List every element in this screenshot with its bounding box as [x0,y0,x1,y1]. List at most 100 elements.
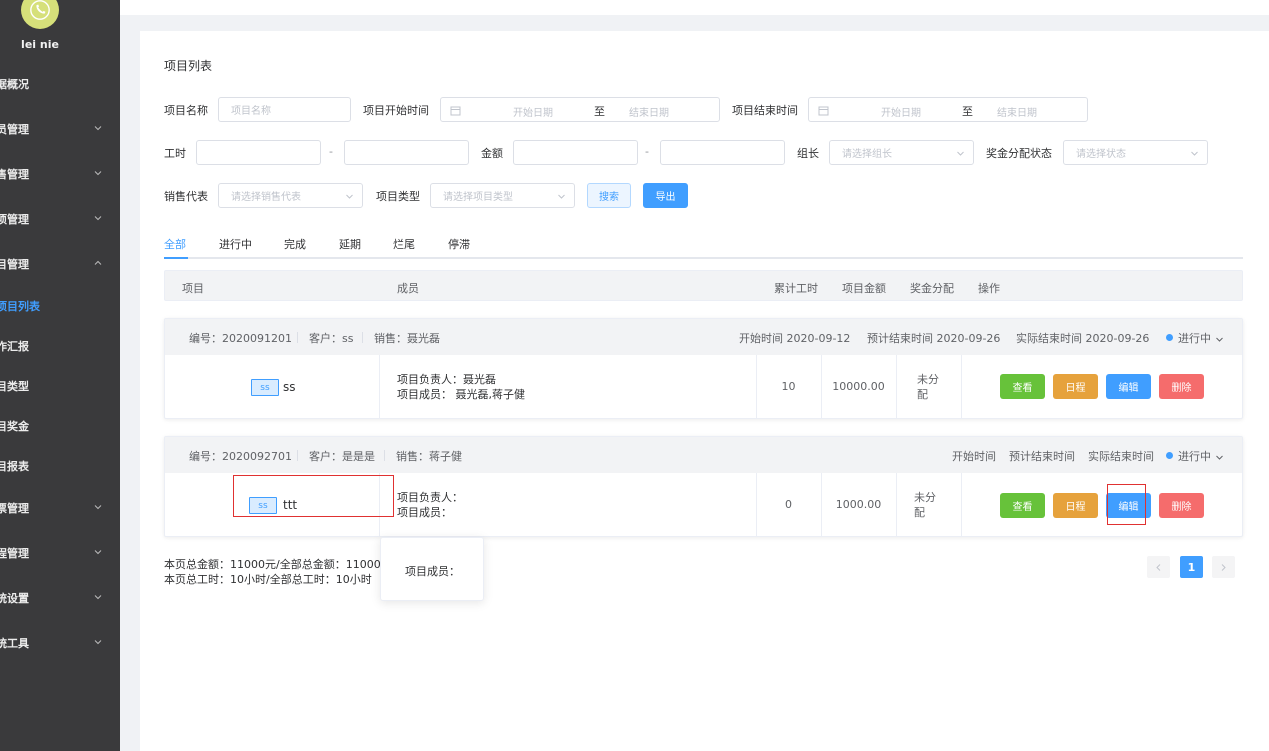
hours-max-input[interactable] [344,140,469,165]
project-card: 编号：2020091201 客户：ss 销售：聂光磊 开始时间 2020-09-… [164,318,1243,419]
sidebar-item-work-report[interactable]: 作汇报 [0,336,120,356]
sidebar-item-settings[interactable]: 统设置 [0,588,120,608]
sidebar-item-data-overview[interactable]: 据概况 [0,74,120,94]
chevron-down-icon[interactable] [1215,451,1224,460]
chevron-down-icon [1190,149,1199,158]
project-amount: 10000.00 [832,380,885,393]
sales-select[interactable]: 请选择销售代表 [218,183,363,208]
start-date-placeholder: 开始日期 [881,108,921,119]
project-code: 编号：2020091201 [189,332,292,345]
hours-label: 工时 [164,147,186,160]
status-dot [1166,334,1173,341]
page-number-current[interactable]: 1 [1180,556,1203,578]
sidebar-item-payment[interactable]: 项管理 [0,209,120,229]
project-name-label: 项目名称 [164,104,208,117]
sidebar-item-invoice[interactable]: 票管理 [0,498,120,518]
chevron-down-icon [93,592,103,602]
end-date-placeholder: 结束日期 [629,108,669,119]
sidebar-item-label: 统设置 [0,592,29,605]
top-bar [120,0,1269,15]
sidebar-item-label: 据概况 [0,78,29,91]
bonus-status-select[interactable]: 请选择状态 [1063,140,1208,165]
sidebar-item-project-report[interactable]: 目报表 [0,456,120,476]
view-button[interactable]: 查看 [1000,374,1045,399]
sidebar-item-project-bonus[interactable]: 目奖金 [0,416,120,436]
start-date-range-picker[interactable]: 开始日期 至 结束日期 [440,97,720,122]
divider [961,355,962,419]
divider [896,473,897,537]
divider [379,355,380,419]
prev-page-button[interactable] [1147,556,1170,578]
end-time-label: 项目结束时间 [732,104,798,117]
planned-end-time: 预计结束时间 2020-09-26 [867,332,1001,345]
next-page-button[interactable] [1212,556,1235,578]
bonus-status: 未分 [917,373,939,386]
sidebar-item-tools[interactable]: 统工具 [0,633,120,653]
schedule-button[interactable]: 日程 [1053,493,1098,518]
project-name-input[interactable]: 项目名称 [218,97,351,122]
chevron-down-icon [93,637,103,647]
status-dropdown[interactable]: 进行中 [1178,448,1211,464]
project-hours: 10 [781,380,796,393]
date-separator: 至 [962,105,973,118]
project-card-header: 编号：2020091201 客户：ss 销售：聂光磊 开始时间 2020-09-… [165,319,1242,355]
search-button[interactable]: 搜索 [587,183,631,208]
status-dropdown[interactable]: 进行中 [1178,330,1211,346]
tab-abandoned[interactable]: 烂尾 [393,236,415,252]
tabs-divider [164,257,1243,259]
sidebar-item-label: 作汇报 [0,340,29,353]
chevron-down-icon[interactable] [1215,333,1224,342]
tab-all[interactable]: 全部 [164,236,186,252]
edit-button[interactable]: 编辑 [1106,374,1151,399]
sidebar-item-staff[interactable]: 员管理 [0,119,120,139]
tab-complete[interactable]: 完成 [284,236,306,252]
delete-button[interactable]: 删除 [1159,493,1204,518]
placeholder: 请选择组长 [842,149,892,160]
amount-min-input[interactable] [513,140,638,165]
end-date-range-picker[interactable]: 开始日期 至 结束日期 [808,97,1088,122]
date-separator: 至 [594,105,605,118]
sidebar-item-project-list[interactable]: 项目列表 [0,296,120,316]
sidebar-item-label: 目管理 [0,258,29,271]
highlight-box [233,475,394,517]
placeholder: 请选择项目类型 [443,192,513,203]
chevron-down-icon [93,547,103,557]
calendar-icon [450,105,461,116]
sidebar-item-projects[interactable]: 目管理 [0,254,120,274]
hours-min-input[interactable] [196,140,321,165]
project-type-label: 项目类型 [376,190,420,203]
project-members: 项目成员： [397,506,452,519]
bonus-status: 未分 [914,491,936,504]
avatar[interactable] [21,0,59,29]
chevron-down-icon [345,192,354,201]
placeholder: 请选择销售代表 [231,192,301,203]
planned-end-time: 预计结束时间 [1009,450,1075,463]
status-dot [1166,452,1173,459]
project-row: ss ss 项目负责人：聂光磊 项目成员： 聂光磊,蒋子健 10 10000.0… [165,355,1242,419]
project-type-select[interactable]: 请选择项目类型 [430,183,575,208]
sidebar-item-project-type[interactable]: 目类型 [0,376,120,396]
project-leader: 项目负责人：聂光磊 [397,373,496,386]
sales-label: 销售代表 [164,190,208,203]
schedule-button[interactable]: 日程 [1053,374,1098,399]
project-leader: 项目负责人： [397,491,463,504]
amount-max-input[interactable] [660,140,785,165]
divider [362,332,363,343]
popover-text: 项目成员： [405,565,460,578]
tab-delayed[interactable]: 延期 [339,236,361,252]
export-button[interactable]: 导出 [643,183,688,208]
members-popover: 项目成员： [380,537,484,601]
view-button[interactable]: 查看 [1000,493,1045,518]
tab-in-progress[interactable]: 进行中 [219,236,252,252]
sidebar-item-schedule[interactable]: 程管理 [0,543,120,563]
placeholder: 请选择状态 [1076,149,1126,160]
amount-label: 金额 [481,147,503,160]
sidebar-item-label: 目奖金 [0,420,29,433]
divider [961,473,962,537]
page-total-amount: 本页总金额：11000元/全部总金额：11000 [164,558,381,571]
sidebar-item-sales[interactable]: 售管理 [0,164,120,184]
tab-stalled[interactable]: 停滞 [448,236,470,252]
divider [297,332,298,343]
leader-select[interactable]: 请选择组长 [829,140,974,165]
delete-button[interactable]: 删除 [1159,374,1204,399]
